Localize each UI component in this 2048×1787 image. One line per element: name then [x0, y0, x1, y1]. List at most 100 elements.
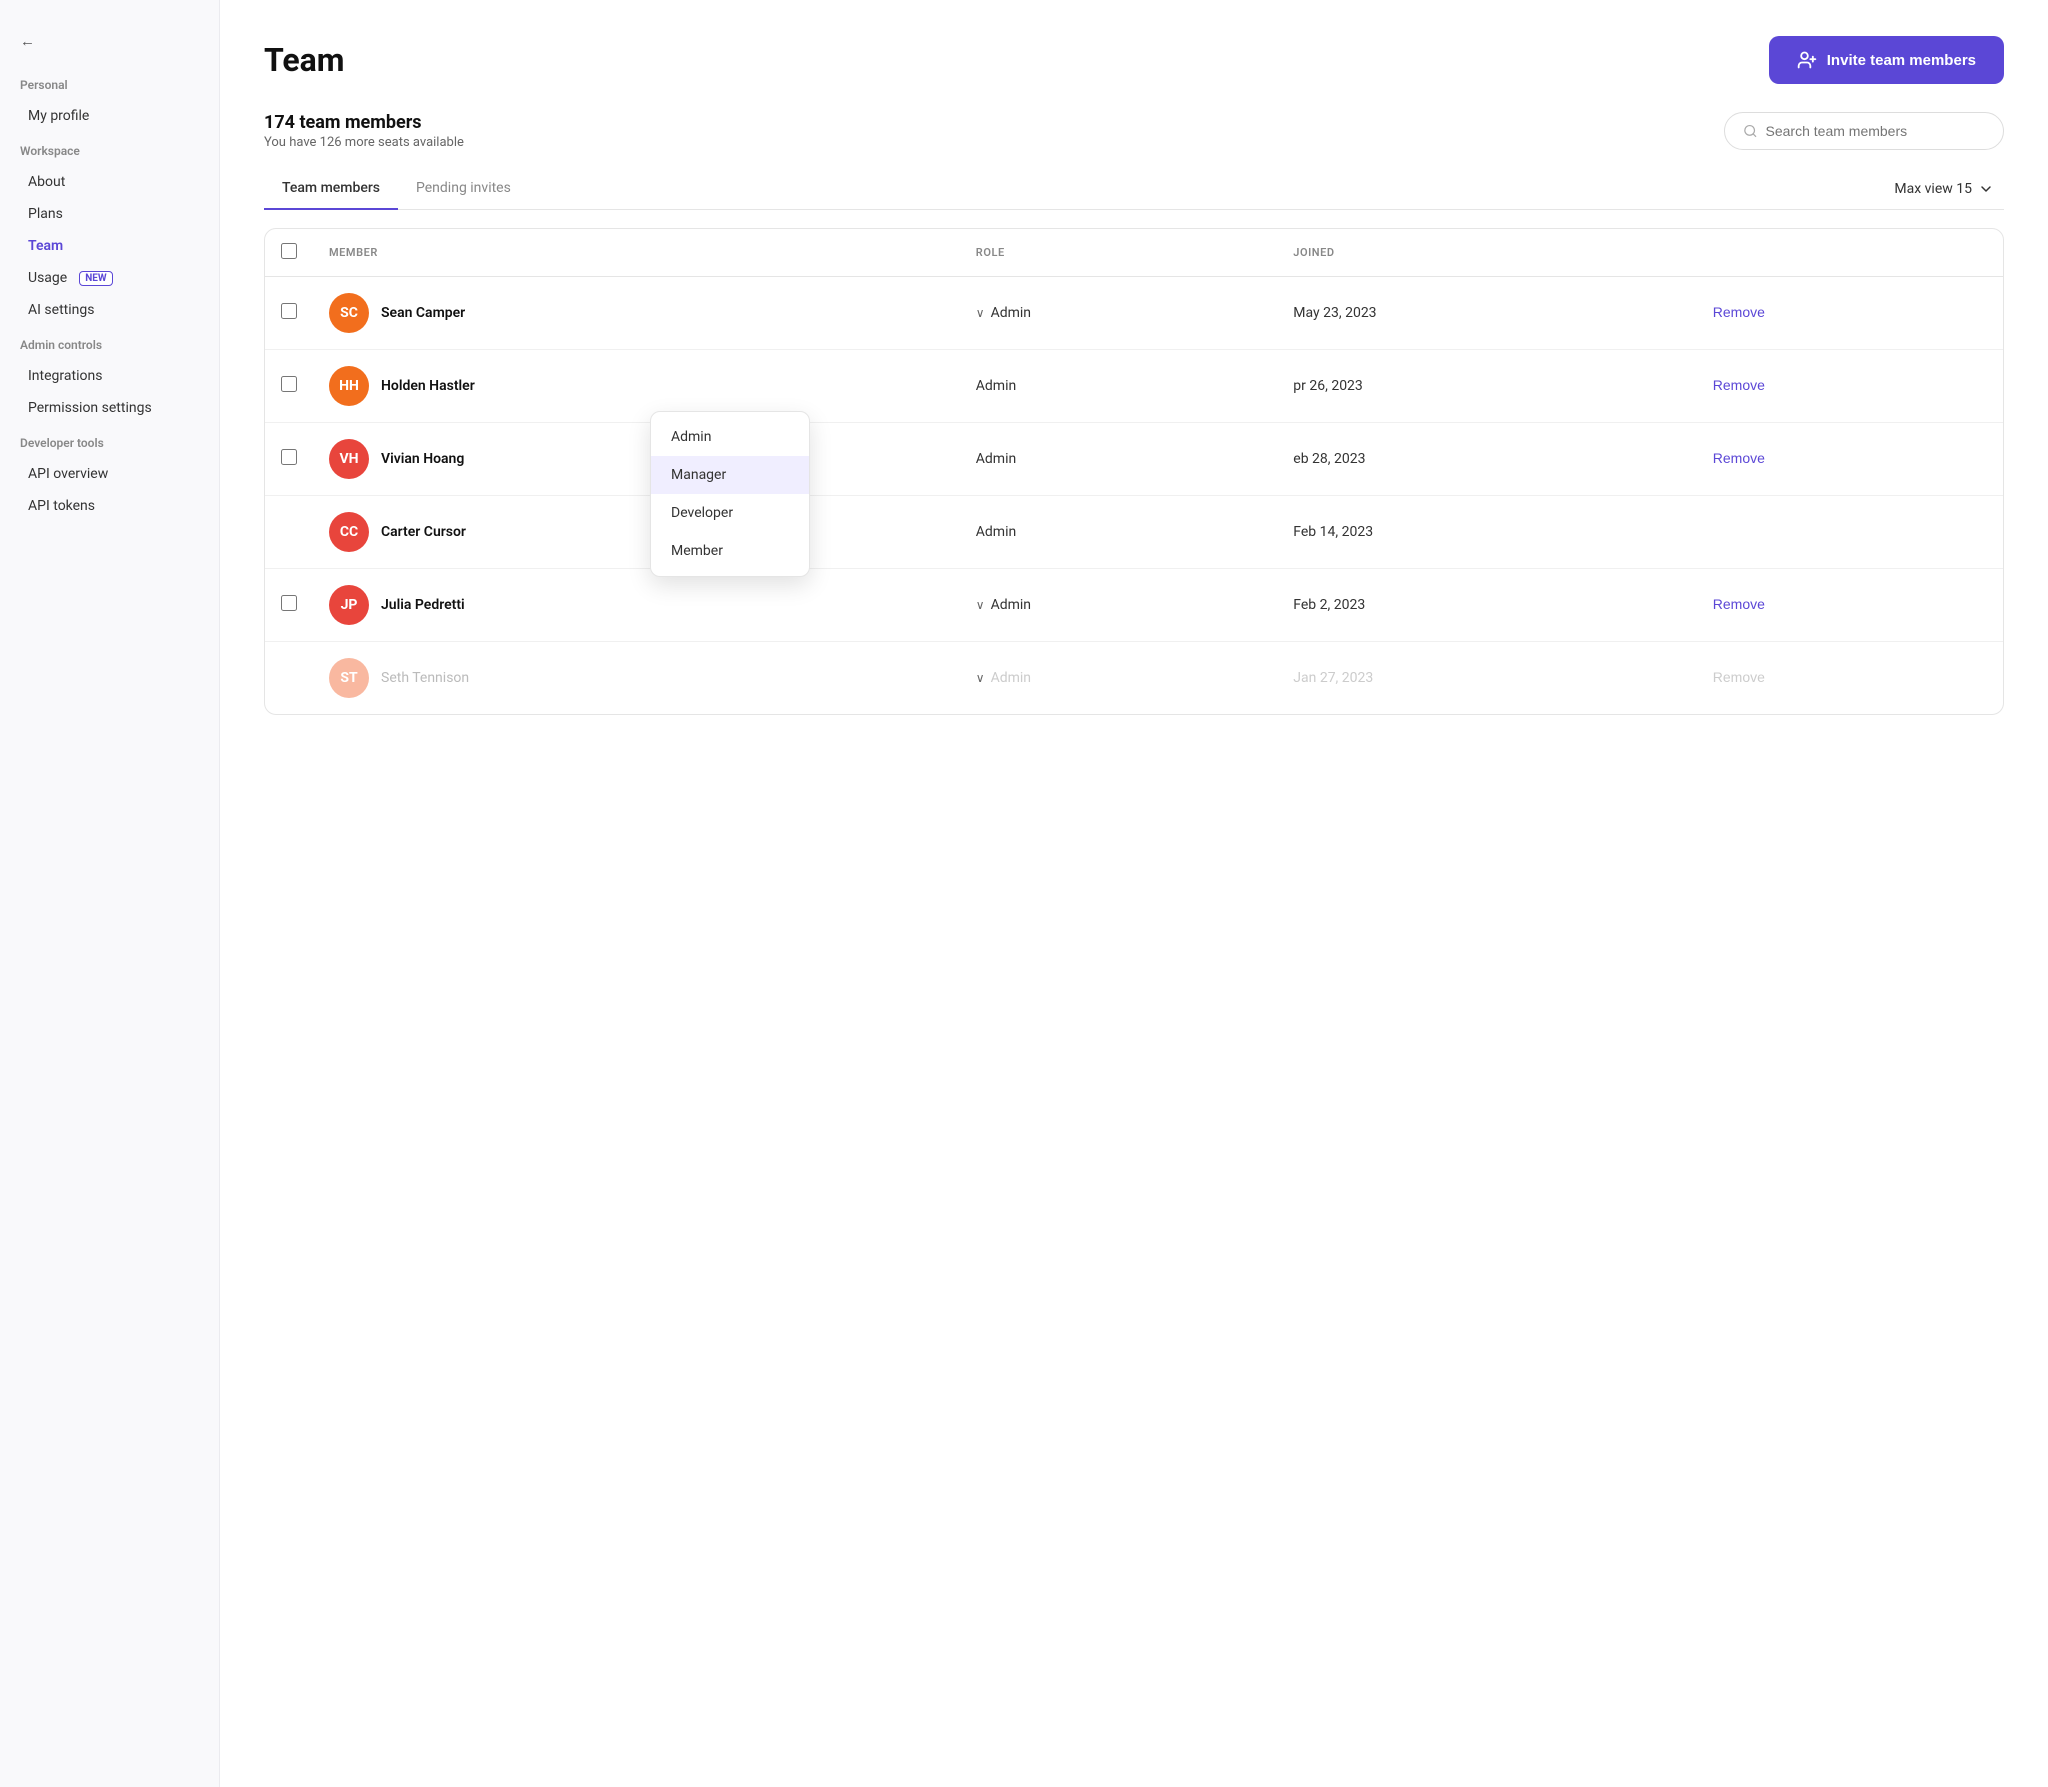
developer-tools-section: Developer tools: [0, 424, 219, 458]
col-role: ROLE: [960, 229, 1278, 277]
role-dropdown[interactable]: Admin Manager Developer Member: [650, 411, 810, 577]
seats-available: You have 126 more seats available: [264, 135, 464, 150]
role-option-admin[interactable]: Admin: [651, 418, 809, 456]
row-checkbox[interactable]: [281, 376, 297, 392]
row-checkbox[interactable]: [281, 303, 297, 319]
max-view-selector[interactable]: Max view 15: [1884, 175, 2004, 203]
role-cell: Admin: [960, 349, 1278, 422]
tab-team-members[interactable]: Team members: [264, 170, 398, 210]
sidebar-item-integrations[interactable]: Integrations: [8, 361, 211, 391]
joined-cell: May 23, 2023: [1277, 276, 1697, 349]
row-checkbox-cell: [265, 568, 313, 641]
remove-button[interactable]: Remove: [1713, 377, 1765, 393]
tab-pending-invites[interactable]: Pending invites: [398, 170, 529, 210]
search-icon: [1743, 123, 1758, 139]
sidebar-item-team[interactable]: Team: [8, 231, 211, 261]
member-cell: CC Carter Cursor: [313, 495, 960, 568]
members-table: MEMBER ROLE JOINED SC Sean Camper ∨Admin Ma…: [265, 229, 2003, 714]
sidebar-item-my-profile[interactable]: My profile: [8, 101, 211, 131]
member-cell: STSeth Tennison: [313, 641, 960, 714]
role-option-manager[interactable]: Manager: [651, 456, 809, 494]
back-arrow-icon: ←: [20, 32, 35, 50]
sidebar-item-usage[interactable]: Usage NEW: [8, 263, 211, 293]
role-display[interactable]: ∨Admin: [976, 305, 1262, 321]
sidebar-item-label: Integrations: [28, 368, 102, 384]
search-input[interactable]: [1766, 123, 1985, 139]
sidebar-item-label: Team: [28, 238, 63, 254]
role-option-developer[interactable]: Developer: [651, 494, 809, 532]
back-button[interactable]: ←: [0, 24, 219, 66]
role-display[interactable]: ∨Admin: [976, 597, 1262, 613]
sidebar-item-label: AI settings: [28, 302, 94, 318]
remove-cell: Remove: [1697, 422, 2003, 495]
search-box[interactable]: [1724, 112, 2004, 150]
team-count: 174 team members: [264, 112, 464, 133]
row-checkbox-cell: [265, 495, 313, 568]
avatar: HH: [329, 366, 369, 406]
sidebar-item-label: API tokens: [28, 498, 95, 514]
invite-icon: [1797, 50, 1817, 70]
role-option-member[interactable]: Member: [651, 532, 809, 570]
remove-button[interactable]: Remove: [1713, 450, 1765, 466]
main-content: Team Invite team members 174 team member…: [220, 0, 2048, 1787]
stats-search-row: 174 team members You have 126 more seats…: [264, 112, 2004, 150]
role-cell: Admin: [960, 495, 1278, 568]
row-checkbox[interactable]: [281, 449, 297, 465]
usage-new-badge: NEW: [79, 271, 112, 286]
tab-pending-invites-label: Pending invites: [416, 180, 511, 196]
member-cell: SC Sean Camper: [313, 276, 960, 349]
tabs-row: Team members Pending invites Max view 15: [264, 170, 2004, 210]
remove-button[interactable]: Remove: [1713, 596, 1765, 612]
remove-cell: Remove: [1697, 568, 2003, 641]
sidebar-item-api-tokens[interactable]: API tokens: [8, 491, 211, 521]
max-view-label: Max view 15: [1894, 181, 1972, 197]
role-text: Admin: [976, 451, 1016, 467]
sidebar-item-label: API overview: [28, 466, 108, 482]
col-checkbox: [265, 229, 313, 277]
sidebar-item-api-overview[interactable]: API overview: [8, 459, 211, 489]
remove-button[interactable]: Remove: [1713, 669, 1765, 685]
sidebar-item-plans[interactable]: Plans: [8, 199, 211, 229]
row-checkbox[interactable]: [281, 595, 297, 611]
avatar: SC: [329, 293, 369, 333]
sidebar: ← Personal My profile Workspace About Pl…: [0, 0, 220, 1787]
role-cell[interactable]: ∨Admin: [960, 568, 1278, 641]
role-text: Admin: [976, 524, 1016, 540]
tabs: Team members Pending invites: [264, 170, 529, 209]
role-cell[interactable]: ∨Admin: [960, 276, 1278, 349]
invite-btn-label: Invite team members: [1827, 52, 1976, 69]
developer-tools-section-title: Developer tools: [20, 436, 199, 450]
sidebar-item-about[interactable]: About: [8, 167, 211, 197]
sidebar-item-label: Permission settings: [28, 400, 152, 416]
joined-cell: pr 26, 2023: [1277, 349, 1697, 422]
role-display[interactable]: ∨Admin: [976, 670, 1262, 686]
member-cell: JPJulia Pedretti: [313, 568, 960, 641]
sidebar-item-label: My profile: [28, 108, 89, 124]
personal-section-title: Personal: [20, 78, 199, 92]
member-name: Holden Hastler: [381, 378, 475, 394]
role-cell: Admin: [960, 422, 1278, 495]
role-cell[interactable]: ∨Admin: [960, 641, 1278, 714]
workspace-section-title: Workspace: [20, 144, 199, 158]
table-row: JPJulia Pedretti∨AdminFeb 2, 2023Remove: [265, 568, 2003, 641]
remove-button[interactable]: Remove: [1713, 304, 1765, 320]
member-info: CC Carter Cursor: [329, 512, 944, 552]
row-checkbox-cell: [265, 349, 313, 422]
invite-team-members-button[interactable]: Invite team members: [1769, 36, 2004, 84]
member-name: Sean Camper: [381, 305, 465, 321]
avatar: VH: [329, 439, 369, 479]
member-name: Vivian Hoang: [381, 451, 464, 467]
role-text: Admin: [991, 670, 1031, 686]
sidebar-item-permission-settings[interactable]: Permission settings: [8, 393, 211, 423]
table-row: SC Sean Camper ∨Admin May 23, 2023 Remove: [265, 276, 2003, 349]
workspace-section: Workspace: [0, 132, 219, 166]
table-row: VHVivian HoangAdmineb 28, 2023Remove: [265, 422, 2003, 495]
avatar: JP: [329, 585, 369, 625]
table-header-row: MEMBER ROLE JOINED: [265, 229, 2003, 277]
table-row: CCCarter CursorAdminFeb 14, 2023: [265, 495, 2003, 568]
avatar: CC: [329, 512, 369, 552]
select-all-checkbox[interactable]: [281, 243, 297, 259]
member-cell: HH Holden Hastler: [313, 349, 960, 422]
sidebar-item-ai-settings[interactable]: AI settings: [8, 295, 211, 325]
member-name: Carter Cursor: [381, 524, 466, 540]
